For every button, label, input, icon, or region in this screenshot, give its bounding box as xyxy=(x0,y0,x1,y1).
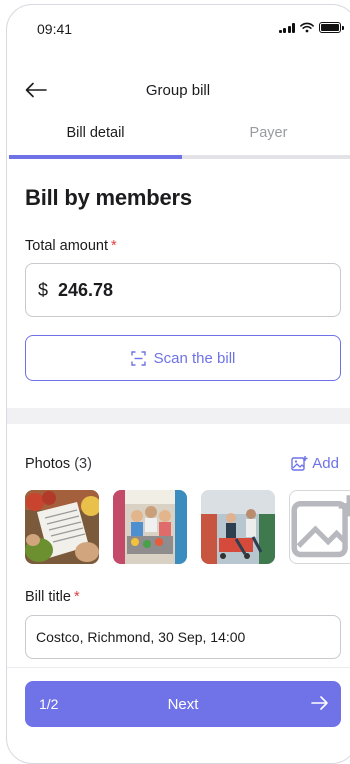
header: Group bill xyxy=(7,67,350,115)
total-amount-label: Total amount * xyxy=(25,238,117,254)
total-amount-input[interactable]: $ 246.78 xyxy=(25,263,341,317)
status-icons xyxy=(278,22,344,33)
photos-label: Photos (3) xyxy=(25,456,92,472)
add-photo-tile[interactable] xyxy=(289,490,350,564)
scan-bill-button[interactable]: Scan the bill xyxy=(25,335,341,381)
page-title: Group bill xyxy=(145,82,211,99)
receipt-photo xyxy=(25,490,99,564)
next-label: Next xyxy=(167,695,199,713)
bill-title-label-text: Bill title xyxy=(25,589,71,605)
section-divider xyxy=(7,408,350,424)
wifi-icon xyxy=(300,22,314,33)
photo-thumbnail-cart[interactable] xyxy=(113,490,187,564)
scan-bill-label: Scan the bill xyxy=(153,349,236,367)
currency-symbol: $ xyxy=(38,279,49,300)
supermarket-photo xyxy=(201,490,275,564)
photo-thumbnail-receipt[interactable] xyxy=(25,490,99,564)
shopping-cart-photo xyxy=(113,490,187,564)
status-time: 09:41 xyxy=(37,21,73,37)
footer-divider xyxy=(7,667,350,668)
total-amount-label-text: Total amount xyxy=(25,238,109,254)
scan-icon xyxy=(130,350,146,366)
next-button[interactable]: 1/2 Next xyxy=(25,681,341,727)
section-title: Bill by members xyxy=(25,185,192,210)
photo-thumbnail-supermarket[interactable] xyxy=(201,490,275,564)
tab-payer[interactable]: Payer xyxy=(182,117,350,155)
phone-frame: 09:41 Group bill Bill detail Payer Bill … xyxy=(6,4,350,764)
bill-title-label: Bill title * xyxy=(25,589,80,605)
add-photo-label: Add xyxy=(312,455,339,472)
add-image-icon xyxy=(291,456,308,471)
status-bar: 09:41 xyxy=(7,5,350,53)
add-photo-button[interactable]: Add xyxy=(291,455,339,472)
amount-value: 246.78 xyxy=(58,279,114,300)
battery-icon xyxy=(319,22,344,33)
bill-title-value: Costco, Richmond, 30 Sep, 14:00 xyxy=(36,629,246,645)
required-mark: * xyxy=(111,238,117,254)
tab-bar: Bill detail Payer xyxy=(9,117,350,159)
arrow-right-icon xyxy=(311,696,328,710)
bill-title-input[interactable]: Costco, Richmond, 30 Sep, 14:00 xyxy=(25,615,341,659)
photos-count: (3) xyxy=(74,456,92,472)
photos-label-text: Photos xyxy=(25,456,71,472)
image-placeholder-icon xyxy=(291,495,350,558)
tab-bill-detail[interactable]: Bill detail xyxy=(9,117,182,159)
required-mark: * xyxy=(73,589,80,605)
signal-icon xyxy=(278,22,295,33)
